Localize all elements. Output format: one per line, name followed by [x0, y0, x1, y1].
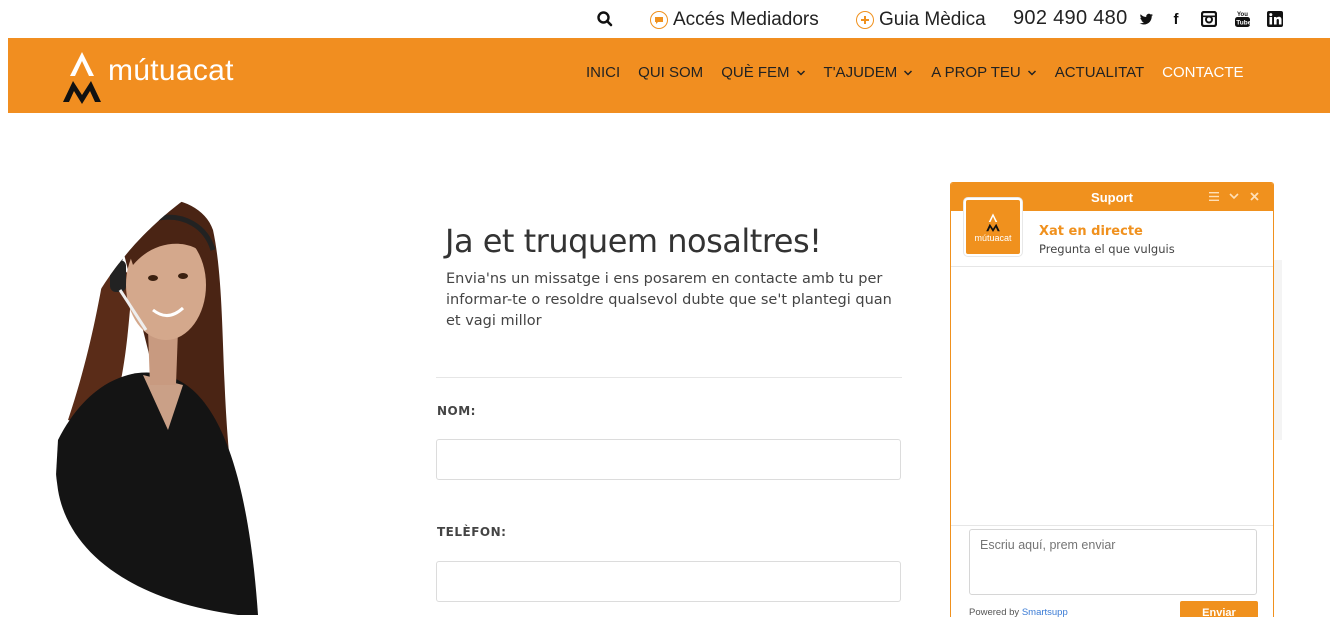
powered-by: Powered by Smartsupp — [969, 607, 1068, 617]
avatar-brand: mútuacat — [974, 232, 1012, 243]
nav-a-prop-teu[interactable]: A PROP TEU — [931, 64, 1036, 81]
main-nav: INICI QUI SOM QUÈ FEM T'AJUDEM A PROP TE… — [586, 64, 1262, 81]
minimize-chevron-icon[interactable] — [1229, 190, 1239, 202]
telefon-label: TELÈFON: — [437, 525, 507, 539]
chat-messages — [951, 267, 1273, 525]
nav-label: QUÈ FEM — [721, 64, 790, 81]
linkedin-icon[interactable] — [1266, 10, 1284, 28]
nav-label: A PROP TEU — [931, 64, 1021, 81]
chevron-down-icon — [796, 69, 805, 76]
close-icon[interactable] — [1249, 190, 1259, 202]
intro-text: Envia'ns un missatge i ens posarem en co… — [446, 271, 892, 329]
mediadors-label: Accés Mediadors — [673, 9, 819, 30]
divider — [436, 377, 902, 378]
chevron-down-icon — [1027, 69, 1036, 76]
chat-agent-name: Xat en directe — [1039, 224, 1143, 239]
phone-number[interactable]: 902 490 480 — [1013, 7, 1128, 30]
chat-agent-info: mútuacat Xat en directe Pregunta el que … — [951, 198, 1273, 267]
chat-bubble-icon — [650, 11, 668, 29]
nav-contacte[interactable]: CONTACTE — [1162, 64, 1243, 81]
top-utility-bar: Accés Mediadors Guia Mèdica 902 490 480 … — [0, 0, 1338, 38]
nav-que-fem[interactable]: QUÈ FEM — [721, 64, 805, 81]
logo-mark-icon — [986, 212, 1000, 232]
guia-medica-label: Guia Mèdica — [879, 9, 986, 30]
facebook-icon[interactable]: f — [1170, 10, 1182, 28]
smartsupp-link[interactable]: Smartsupp — [1022, 607, 1068, 617]
svg-text:Tube: Tube — [1236, 20, 1251, 27]
chevron-down-icon — [904, 69, 913, 76]
chat-controls — [1209, 190, 1259, 202]
chat-message-input[interactable] — [969, 529, 1257, 595]
chat-agent-subtitle: Pregunta el que vulguis — [1039, 242, 1175, 256]
nav-tajudem[interactable]: T'AJUDEM — [824, 64, 914, 81]
chat-avatar: mútuacat — [964, 198, 1022, 256]
youtube-icon[interactable]: You Tube — [1233, 10, 1251, 28]
mediadors-link[interactable]: Accés Mediadors — [650, 8, 819, 32]
nav-label: QUI SOM — [638, 64, 704, 81]
brand-logo[interactable]: mútuacat — [60, 48, 234, 104]
logo-mark-icon — [63, 52, 101, 104]
nom-label: NOM: — [437, 404, 476, 418]
chat-widget: Suport mútuacat Xat en directe Pregunta … — [950, 182, 1274, 617]
telefon-field[interactable] — [436, 561, 901, 602]
powered-by-label: Powered by — [969, 607, 1020, 617]
chat-shadow — [1274, 260, 1282, 440]
nav-label: CONTACTE — [1162, 64, 1244, 81]
nav-inici[interactable]: INICI — [586, 64, 620, 81]
guia-medica-link[interactable]: Guia Mèdica — [856, 8, 986, 32]
nav-qui-som[interactable]: QUI SOM — [638, 64, 703, 81]
nav-label: INICI — [586, 64, 621, 81]
nav-actualitat[interactable]: ACTUALITAT — [1055, 64, 1144, 81]
search-icon[interactable] — [596, 10, 614, 28]
plus-circle-icon — [856, 11, 874, 29]
chat-separator — [951, 525, 1273, 526]
page-title: Ja et truquem nosaltres! — [445, 222, 822, 260]
twitter-icon[interactable] — [1138, 10, 1154, 28]
brand-name: mútuacat — [108, 54, 234, 87]
nav-label: ACTUALITAT — [1054, 64, 1145, 81]
send-button[interactable]: Enviar — [1180, 601, 1258, 617]
main-header: mútuacat INICI QUI SOM QUÈ FEM T'AJUDEM … — [8, 38, 1330, 113]
nav-label: T'AJUDEM — [823, 64, 898, 81]
instagram-icon[interactable] — [1200, 10, 1218, 28]
support-agent-photo — [54, 190, 258, 615]
nom-field[interactable] — [436, 439, 901, 480]
menu-icon[interactable] — [1209, 190, 1219, 202]
